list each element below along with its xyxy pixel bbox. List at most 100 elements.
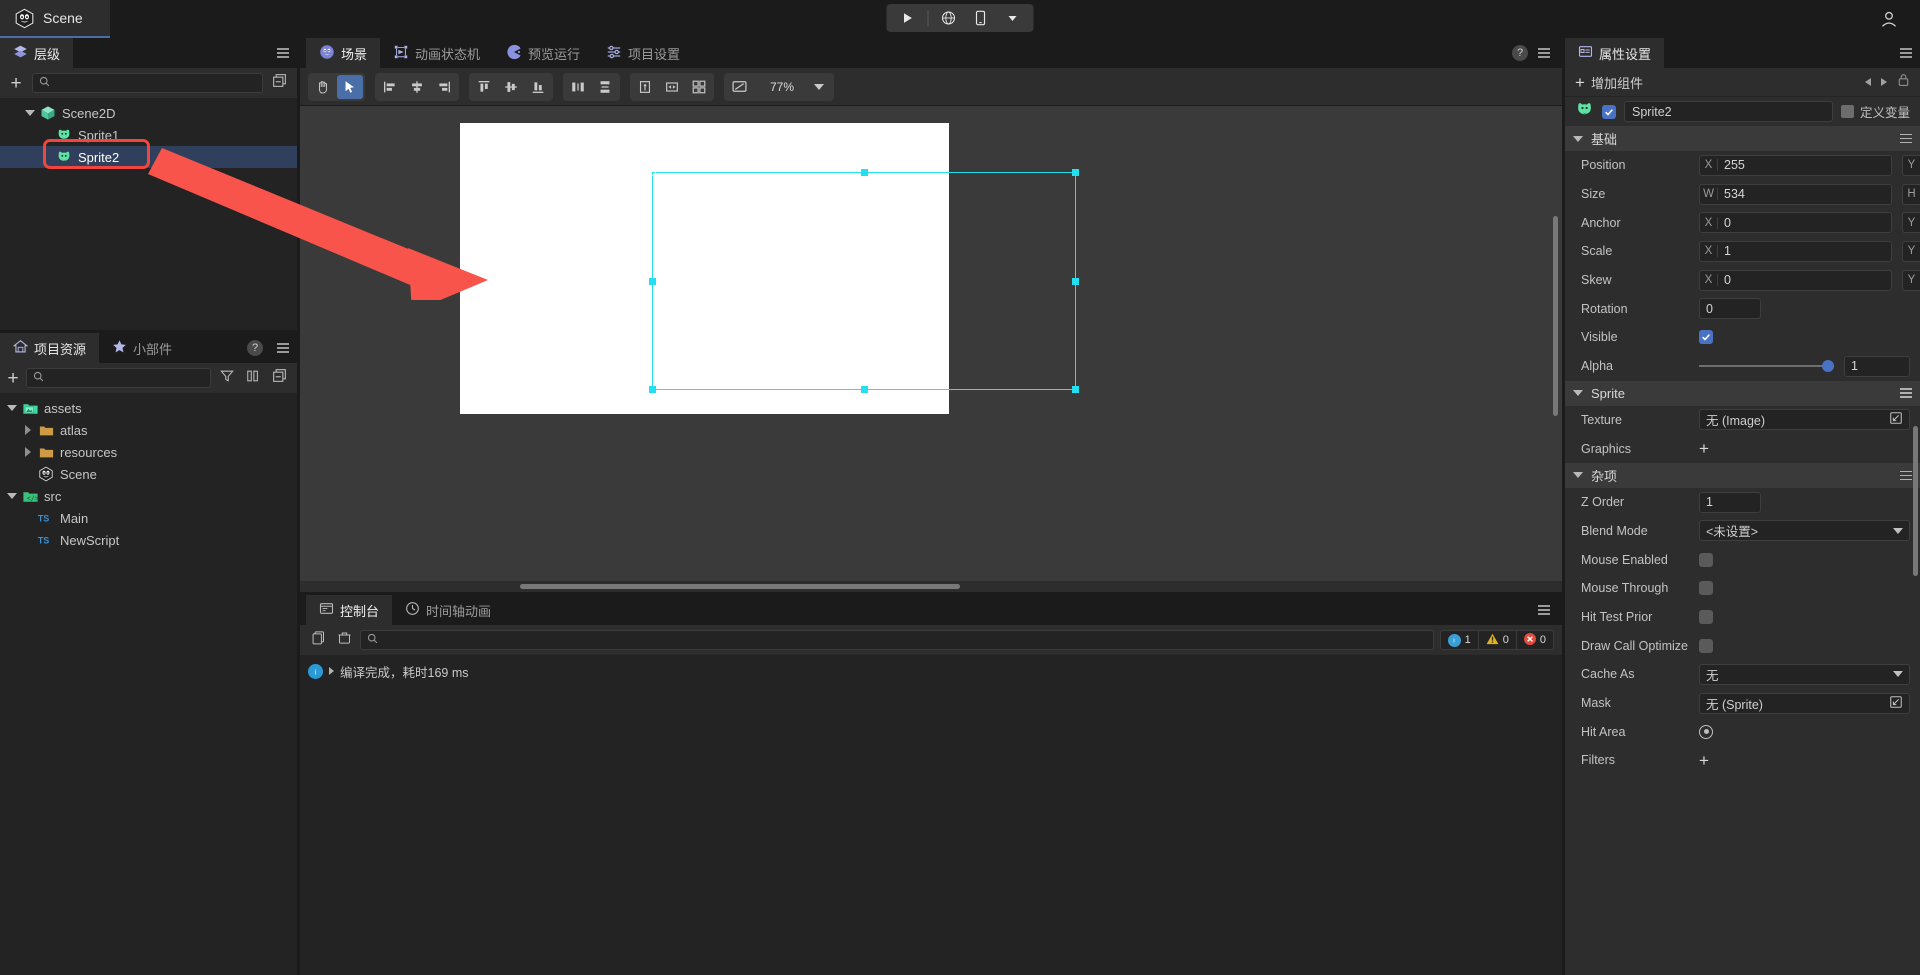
expand-toggle[interactable] (4, 405, 20, 411)
asset-node-newscript[interactable]: TS NewScript (0, 529, 297, 551)
tab-project-assets[interactable]: 项目资源 (0, 333, 99, 363)
section-header-misc[interactable]: 杂项 (1565, 463, 1920, 488)
asset-node-atlas[interactable]: atlas (0, 419, 297, 441)
tab-widgets[interactable]: 小部件 (99, 333, 185, 363)
hierarchy-menu-button[interactable] (269, 38, 297, 68)
hit-area-target-icon[interactable] (1699, 725, 1713, 739)
chevron-right-icon[interactable] (1881, 78, 1887, 86)
hand-tool-icon[interactable] (310, 75, 336, 99)
hierarchy-node-sprite1[interactable]: Sprite1 (0, 124, 297, 146)
asset-picker-icon[interactable] (1889, 411, 1903, 428)
chevron-down-icon[interactable] (814, 84, 824, 90)
match-width-icon[interactable] (659, 75, 685, 99)
tab-hierarchy[interactable]: 层级 (0, 38, 73, 68)
skew-x-field[interactable]: X (1699, 270, 1892, 291)
pivot-handle[interactable] (648, 168, 656, 176)
tab-state-machine[interactable]: 动画状态机 (380, 38, 493, 68)
phone-icon[interactable] (966, 7, 996, 29)
select-tool-icon[interactable] (337, 75, 363, 99)
assets-columns-button[interactable] (243, 368, 263, 388)
console-info-badge[interactable]: i 1 (1441, 631, 1478, 649)
chevron-down-icon[interactable] (998, 7, 1028, 29)
resize-handle-top-right[interactable] (1072, 169, 1079, 176)
visible-checkbox[interactable] (1699, 330, 1713, 344)
cache-as-select[interactable]: 无 (1699, 664, 1910, 685)
assets-menu-button[interactable] (269, 333, 297, 363)
help-icon[interactable]: ? (1512, 45, 1528, 61)
user-account-icon[interactable] (1874, 8, 1904, 30)
hierarchy-search-input[interactable] (55, 76, 256, 90)
tab-scene[interactable]: 场景 (306, 38, 380, 68)
add-component-row[interactable]: + 增加组件 (1565, 68, 1920, 96)
alpha-input[interactable] (1844, 356, 1910, 377)
inspector-scrollbar[interactable] (1913, 426, 1918, 576)
viewport-horizontal-scrollbar-thumb[interactable] (520, 584, 960, 589)
assets-help-button[interactable]: ? (241, 333, 269, 363)
console-warning-badge[interactable]: 0 (1478, 631, 1516, 649)
hierarchy-node-scene2d[interactable]: Scene2D (0, 102, 297, 124)
chevron-left-icon[interactable] (1865, 78, 1871, 86)
resize-handle-bottom-center[interactable] (861, 386, 868, 393)
scale-x-field[interactable]: X (1699, 241, 1892, 262)
grid-layout-icon[interactable] (686, 75, 712, 99)
lock-icon[interactable] (1897, 73, 1910, 92)
globe-icon[interactable] (934, 7, 964, 29)
z-order-input[interactable] (1699, 492, 1761, 513)
filters-add-icon[interactable]: + (1699, 752, 1709, 769)
inspector-menu-button[interactable] (1892, 38, 1920, 68)
anchor-x-field[interactable]: X (1699, 212, 1892, 233)
tab-inspector[interactable]: 属性设置 (1565, 38, 1664, 68)
assets-filter-button[interactable] (217, 368, 237, 388)
distribute-horizontal-icon[interactable] (565, 75, 591, 99)
rotation-input[interactable] (1699, 298, 1761, 319)
hamburger-menu-icon[interactable] (1900, 388, 1912, 398)
graphics-add-icon[interactable]: + (1699, 440, 1709, 457)
hamburger-menu-icon[interactable] (1900, 134, 1912, 144)
console-error-badge[interactable]: 0 (1516, 631, 1553, 649)
size-w-field[interactable]: W (1699, 184, 1892, 205)
hierarchy-collapse-button[interactable] (269, 73, 289, 93)
play-icon[interactable] (893, 7, 923, 29)
position-y-field[interactable]: Y (1902, 155, 1920, 176)
console-copy-button[interactable] (308, 630, 328, 650)
size-w-input[interactable] (1718, 187, 1891, 201)
align-top-icon[interactable] (471, 75, 497, 99)
node-name-input[interactable] (1624, 101, 1833, 122)
scale-y-field[interactable]: Y (1902, 241, 1920, 262)
align-right-icon[interactable] (431, 75, 457, 99)
anchor-x-input[interactable] (1718, 216, 1891, 230)
assets-tree[interactable]: assets atlas (0, 393, 297, 975)
distribute-vertical-icon[interactable] (592, 75, 618, 99)
expand-toggle[interactable] (20, 447, 36, 457)
assets-search-input[interactable] (49, 371, 204, 385)
anchor-y-field[interactable]: Y (1902, 212, 1920, 233)
expand-toggle[interactable] (22, 110, 38, 116)
resize-handle-bottom-left[interactable] (649, 386, 656, 393)
scene-viewport[interactable] (300, 106, 1562, 592)
zoom-fit-icon[interactable] (726, 75, 752, 99)
node-enabled-checkbox[interactable] (1602, 105, 1616, 119)
hierarchy-search-box[interactable] (32, 73, 263, 93)
chevron-right-icon[interactable] (329, 667, 334, 675)
tab-console[interactable]: 控制台 (306, 595, 392, 625)
draw-call-optimize-checkbox[interactable] (1699, 639, 1713, 653)
size-h-field[interactable]: H (1902, 184, 1920, 205)
tab-preview-run[interactable]: 预览运行 (493, 38, 593, 68)
console-message-row[interactable]: i 编译完成，耗时169 ms (308, 661, 1554, 681)
align-center-horizontal-icon[interactable] (404, 75, 430, 99)
console-search-box[interactable] (360, 630, 1434, 650)
mask-asset-field[interactable]: 无 (Sprite) (1699, 693, 1910, 714)
define-variable-toggle[interactable]: 定义变量 (1841, 102, 1910, 121)
skew-y-field[interactable]: Y (1902, 270, 1920, 291)
scene-stage[interactable] (460, 123, 949, 414)
inspector-properties[interactable]: 基础 Position X Y (1565, 126, 1920, 975)
asset-node-assets[interactable]: assets (0, 397, 297, 419)
zoom-level-value[interactable]: 77% (752, 80, 812, 94)
align-left-icon[interactable] (377, 75, 403, 99)
alpha-slider[interactable] (1699, 359, 1834, 373)
hierarchy-node-sprite2[interactable]: Sprite2 (0, 146, 297, 168)
assets-collapse-button[interactable] (269, 368, 289, 388)
viewport-horizontal-scrollbar-track[interactable] (300, 581, 1562, 592)
console-search-input[interactable] (383, 633, 1427, 647)
expand-toggle[interactable] (4, 493, 20, 499)
